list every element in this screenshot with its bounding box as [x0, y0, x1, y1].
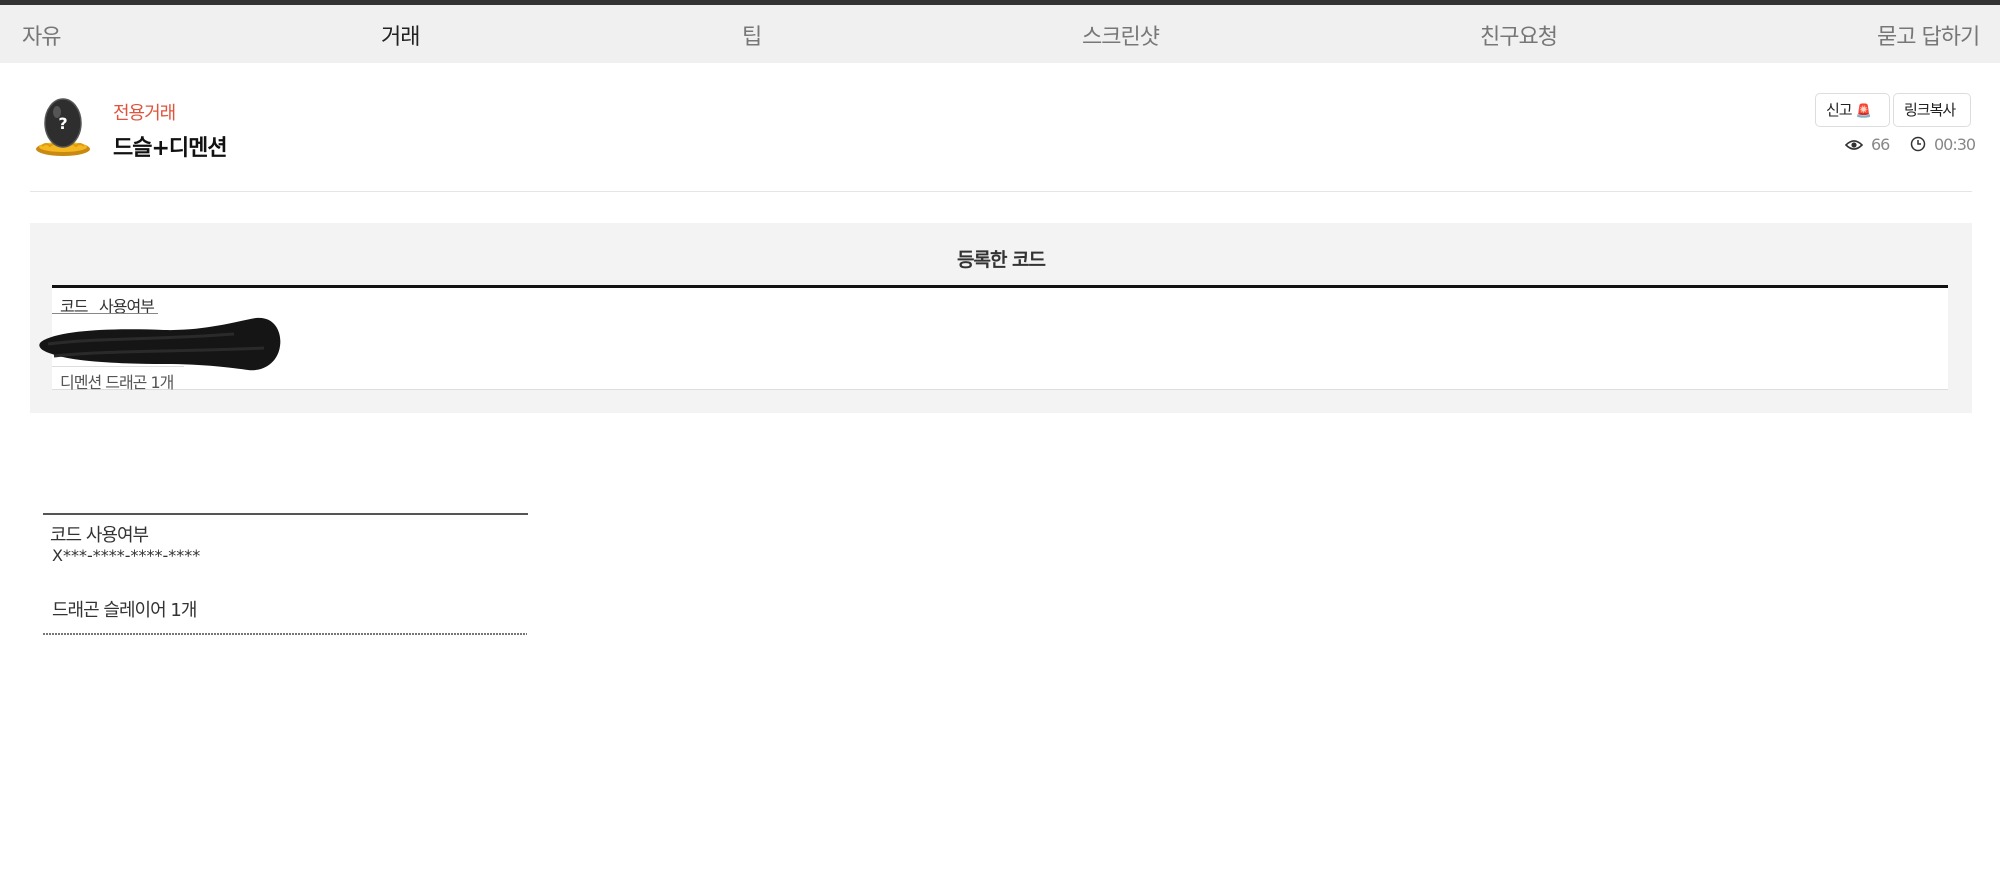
tab-trade[interactable]: 거래 [381, 19, 420, 54]
tab-free-label: 자유 [22, 25, 61, 50]
svg-text:?: ? [58, 114, 67, 133]
registered-code-title: 등록한 코드 [956, 249, 1046, 271]
tab-screenshot[interactable]: 스크린샷 [1082, 19, 1160, 51]
board-tab-bar: 자유 거래 팁 스크린샷 친구요청 묻고 답하기 [0, 5, 2000, 63]
snippet-header: 코드 사용여부 [50, 525, 149, 546]
tab-tip-label: 팁 [742, 25, 762, 50]
tab-tip[interactable]: 팁 [742, 19, 762, 51]
post-category[interactable]: 전용거래 [113, 99, 176, 125]
tab-trade-label: 거래 [381, 25, 420, 50]
masked-code: X***-****-****-**** [52, 546, 201, 565]
tab-screenshot-label: 스크린샷 [1082, 25, 1160, 50]
mystery-egg-avatar: ? [34, 96, 92, 160]
view-count-value: 66 [1871, 135, 1890, 154]
snippet-top-rule [43, 513, 528, 515]
header-divider [30, 191, 1972, 192]
post-time-value: 00:30 [1934, 135, 1976, 154]
tab-free[interactable]: 자유 [22, 19, 61, 51]
post-time: 00:30 [1910, 135, 1976, 154]
copy-link-button[interactable]: 링크복사 [1893, 93, 1971, 127]
snippet-reward: 드래곤 슬레이어 1개 [52, 600, 197, 621]
post-title: 드슬+디멘션 [113, 136, 228, 161]
tab-friend-request-label: 친구요청 [1480, 25, 1558, 50]
code-snippet-block: 코드 사용여부 X***-****-****-**** 드래곤 슬레이어 1개 [43, 513, 528, 637]
tab-friend-request[interactable]: 친구요청 [1480, 19, 1558, 51]
tab-qna[interactable]: 묻고 답하기 [1877, 19, 1980, 51]
eye-icon [1844, 140, 1864, 150]
snippet-bottom-rule [43, 633, 527, 635]
copy-link-label: 링크복사 [1904, 101, 1956, 119]
report-button[interactable]: 신고 🚨 [1815, 93, 1890, 127]
code-table: 코드 사용여부 디멘션 드래곤 1개 [39, 285, 1948, 392]
siren-icon: 🚨 [1855, 104, 1872, 119]
registered-code-panel: 등록한 코드 코드 사용여부 디멘션 드래곤 1개 [30, 223, 1972, 413]
view-count: 66 [1844, 135, 1890, 154]
redaction-scribble [39, 317, 281, 371]
clock-icon [1910, 136, 1926, 152]
tab-qna-label: 묻고 답하기 [1877, 25, 1980, 50]
report-label: 신고 [1826, 101, 1853, 119]
